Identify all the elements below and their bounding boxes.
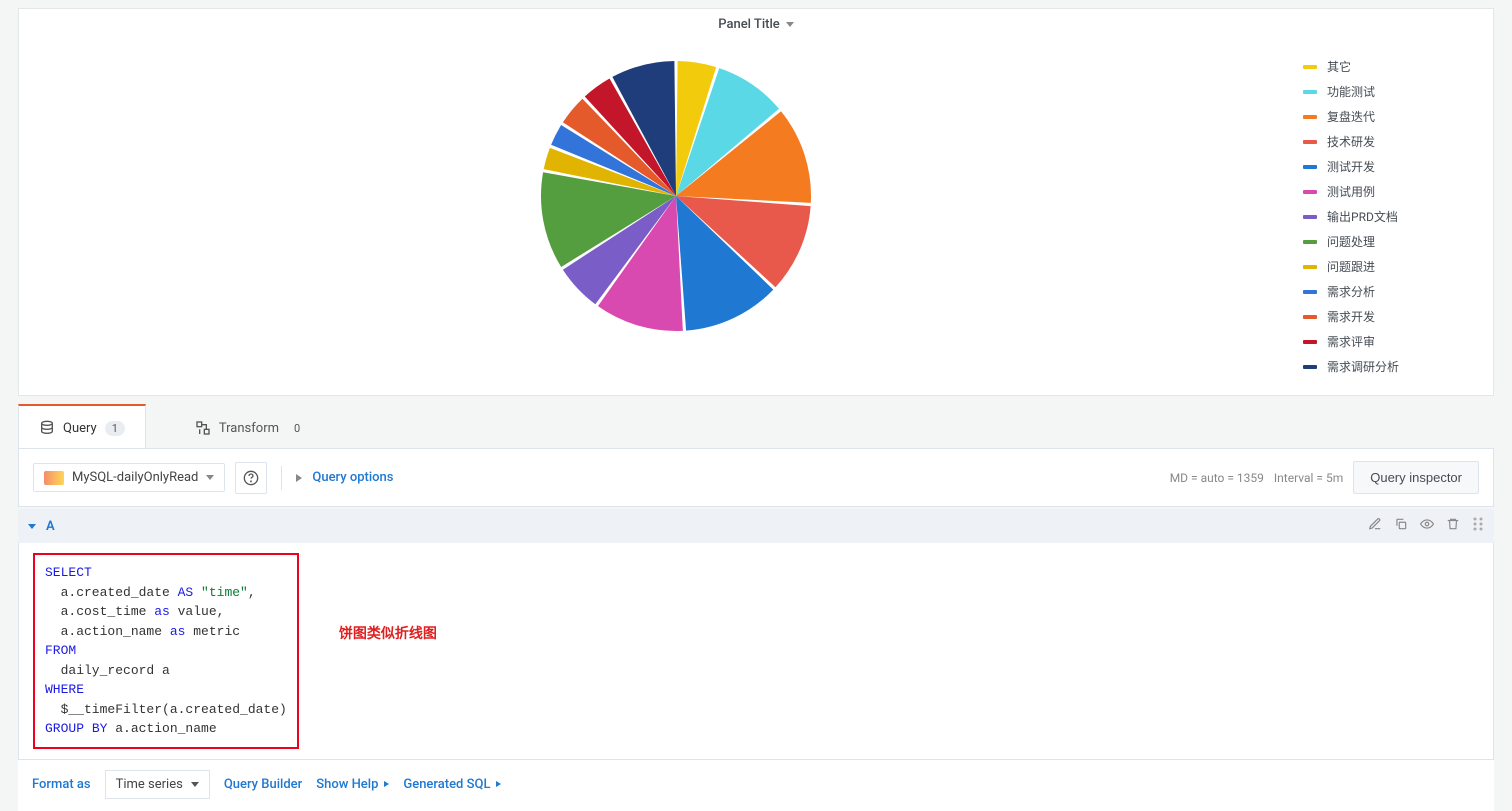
legend-swatch (1303, 115, 1317, 119)
legend-label: 测试开发 (1327, 158, 1375, 175)
chevron-right-icon (496, 781, 501, 787)
chevron-right-icon (296, 474, 302, 482)
legend-label: 问题处理 (1327, 233, 1375, 250)
copy-icon[interactable] (1394, 517, 1408, 535)
caret-down-icon (191, 782, 199, 787)
chevron-down-icon (786, 22, 794, 27)
legend-item[interactable]: 输出PRD文档 (1303, 208, 1463, 225)
query-bottom-bar: Format as Time series Query Builder Show… (18, 760, 1494, 811)
panel-title: Panel Title (718, 17, 780, 32)
legend-item[interactable]: 需求分析 (1303, 283, 1463, 300)
format-as-select[interactable]: Time series (105, 770, 210, 799)
annotation-text: 饼图类似折线图 (339, 623, 437, 643)
legend-item[interactable]: 其它 (1303, 58, 1463, 75)
query-letter: A (46, 519, 55, 534)
query-toolbar: MySQL-dailyOnlyRead Query options MD = a… (18, 448, 1494, 507)
legend-swatch (1303, 265, 1317, 269)
show-help-button[interactable]: Show Help (316, 777, 389, 792)
legend-swatch (1303, 165, 1317, 169)
legend-label: 问题跟进 (1327, 258, 1375, 275)
legend-item[interactable]: 问题处理 (1303, 233, 1463, 250)
tab-transform[interactable]: Transform 0 (174, 405, 328, 448)
legend-item[interactable]: 问题跟进 (1303, 258, 1463, 275)
tab-transform-label: Transform (219, 421, 279, 436)
eye-icon[interactable] (1420, 517, 1434, 535)
question-icon (243, 470, 259, 486)
legend-label: 需求调研分析 (1327, 358, 1399, 375)
legend-swatch (1303, 90, 1317, 94)
legend-swatch (1303, 340, 1317, 344)
legend-item[interactable]: 测试用例 (1303, 183, 1463, 200)
generated-sql-button[interactable]: Generated SQL (403, 777, 501, 792)
legend-label: 其它 (1327, 58, 1351, 75)
legend-item[interactable]: 测试开发 (1303, 158, 1463, 175)
chevron-down-icon (28, 524, 36, 529)
legend-label: 测试用例 (1327, 183, 1375, 200)
format-as-label: Format as (32, 777, 91, 792)
legend-label: 输出PRD文档 (1327, 208, 1398, 225)
legend-swatch (1303, 190, 1317, 194)
legend-swatch (1303, 315, 1317, 319)
grafana-icon (44, 471, 64, 485)
trash-icon[interactable] (1446, 517, 1460, 535)
datasource-name: MySQL-dailyOnlyRead (72, 470, 198, 485)
legend-label: 需求分析 (1327, 283, 1375, 300)
query-row-actions (1368, 517, 1484, 535)
legend-item[interactable]: 需求评审 (1303, 333, 1463, 350)
pie-chart (49, 46, 1303, 346)
tab-query-count: 1 (105, 421, 125, 436)
legend-item[interactable]: 复盘迭代 (1303, 108, 1463, 125)
datasource-help-button[interactable] (235, 462, 267, 494)
legend-item[interactable]: 功能测试 (1303, 83, 1463, 100)
legend-swatch (1303, 215, 1317, 219)
legend-swatch (1303, 290, 1317, 294)
legend-label: 复盘迭代 (1327, 108, 1375, 125)
format-as-value: Time series (116, 777, 183, 792)
legend-swatch (1303, 65, 1317, 69)
editor-tabs: Query 1 Transform 0 (0, 404, 1512, 448)
query-editor: A SELECT a.created_date AS "time", a.cos… (18, 509, 1494, 811)
legend-swatch (1303, 240, 1317, 244)
datasource-select[interactable]: MySQL-dailyOnlyRead (33, 463, 225, 492)
chevron-right-icon (384, 781, 389, 787)
legend-swatch (1303, 365, 1317, 369)
panel-title-dropdown[interactable]: Panel Title (19, 9, 1493, 36)
query-builder-button[interactable]: Query Builder (224, 777, 302, 792)
database-icon (39, 420, 55, 436)
sql-editor[interactable]: SELECT a.created_date AS "time", a.cost_… (33, 553, 299, 749)
legend-label: 需求开发 (1327, 308, 1375, 325)
drag-handle-icon[interactable] (1472, 517, 1484, 535)
tab-transform-count: 0 (287, 421, 307, 436)
legend-swatch (1303, 140, 1317, 144)
tab-query[interactable]: Query 1 (18, 404, 146, 448)
legend-item[interactable]: 技术研发 (1303, 133, 1463, 150)
legend-item[interactable]: 需求调研分析 (1303, 358, 1463, 375)
tab-query-label: Query (63, 421, 97, 436)
query-inspector-button[interactable]: Query inspector (1353, 461, 1479, 494)
transform-icon (195, 420, 211, 436)
edit-icon[interactable] (1368, 517, 1382, 535)
legend-label: 功能测试 (1327, 83, 1375, 100)
max-data-points: MD = auto = 1359 (1170, 471, 1264, 485)
legend-label: 技术研发 (1327, 133, 1375, 150)
chart-panel: Panel Title 其它功能测试复盘迭代技术研发测试开发测试用例输出PRD文… (18, 8, 1494, 396)
legend-item[interactable]: 需求开发 (1303, 308, 1463, 325)
legend-label: 需求评审 (1327, 333, 1375, 350)
interval-text: Interval = 5m (1274, 471, 1343, 485)
chevron-down-icon (206, 475, 214, 480)
query-row-header[interactable]: A (18, 509, 1494, 543)
query-options-toggle[interactable]: Query options (312, 470, 393, 485)
chart-legend: 其它功能测试复盘迭代技术研发测试开发测试用例输出PRD文档问题处理问题跟进需求分… (1303, 46, 1463, 375)
